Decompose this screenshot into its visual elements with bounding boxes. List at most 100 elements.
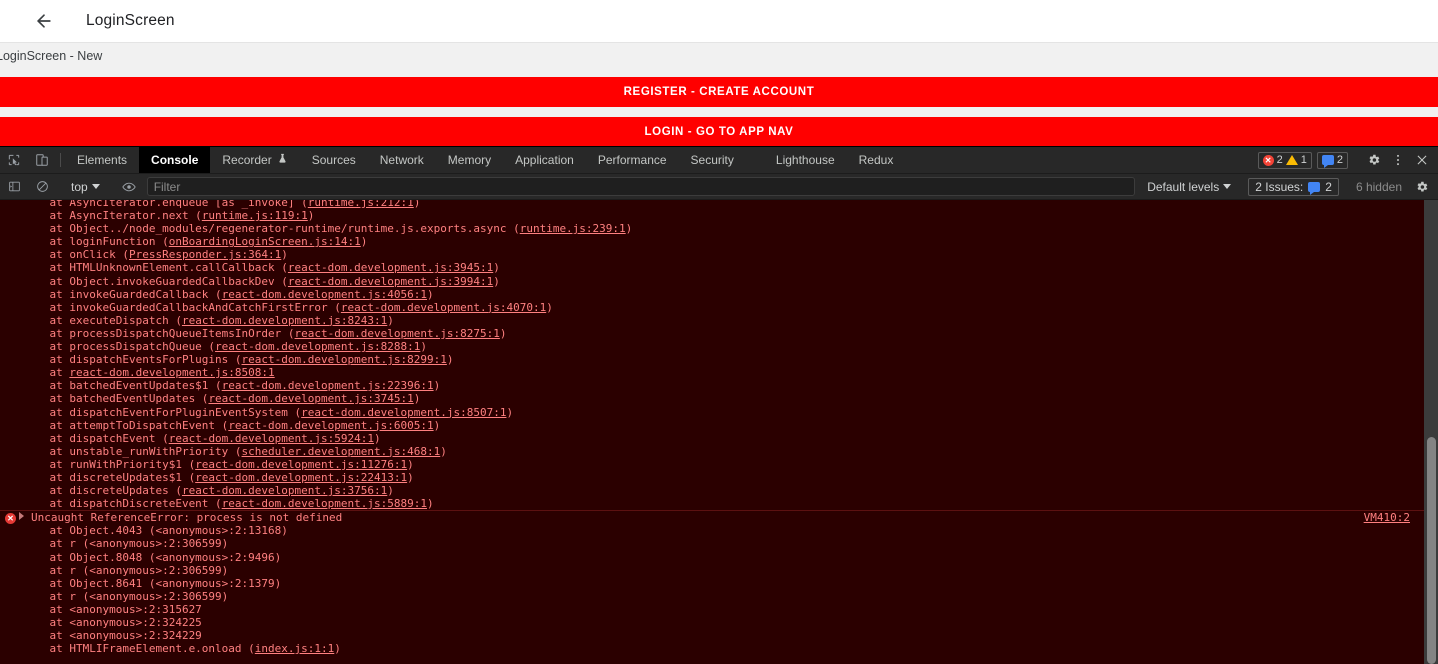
tab-label: Elements xyxy=(77,153,128,167)
stack-line-text: at r (<anonymous>:2:306599) xyxy=(23,563,229,577)
console-stack-line: at dispatchEvent (react-dom.development.… xyxy=(0,432,1438,445)
stack-line-text: at dispatchEvent ( xyxy=(23,431,169,445)
error-icon: ✕ xyxy=(1262,154,1274,166)
stack-source-link[interactable]: react-dom.development.js:8507:1 xyxy=(301,406,506,419)
stack-line-tail: ) xyxy=(387,484,394,498)
console-stack-line: at r (<anonymous>:2:306599) xyxy=(0,537,1438,550)
tab-application[interactable]: Application xyxy=(503,147,586,173)
message-counter[interactable]: 2 xyxy=(1316,151,1348,169)
kebab-menu-icon[interactable] xyxy=(1386,148,1410,172)
console-stack-line: at batchedEventUpdates (react-dom.develo… xyxy=(0,392,1438,405)
stack-source-link[interactable]: runtime.js:119:1 xyxy=(202,209,308,222)
stack-source-link[interactable]: react-dom.development.js:4056:1 xyxy=(222,288,427,301)
tab-lighthouse[interactable]: Lighthouse xyxy=(764,147,847,173)
log-levels-select[interactable]: Default levels xyxy=(1139,180,1239,194)
execution-context-select[interactable]: top xyxy=(65,180,106,194)
tab-label: Console xyxy=(151,153,199,167)
tab-console[interactable]: Console xyxy=(139,147,211,173)
stack-line-text: at <anonymous>:2:324225 xyxy=(23,616,202,629)
stack-source-link[interactable]: react-dom.development.js:5924:1 xyxy=(169,432,374,445)
tab-network[interactable]: Network xyxy=(368,147,436,173)
stack-line-text: at Object.8641 (<anonymous>:2:1379) xyxy=(23,576,282,590)
stack-line-tail: ) xyxy=(440,444,447,458)
stack-source-link[interactable]: react-dom.development.js:8243:1 xyxy=(182,314,387,327)
console-source-link[interactable]: VM410:2 xyxy=(1364,511,1410,524)
stack-source-link[interactable]: react-dom.development.js:3994:1 xyxy=(288,275,493,288)
stack-source-link[interactable]: react-dom.development.js:22413:1 xyxy=(195,471,407,484)
console-settings-gear-icon[interactable] xyxy=(1410,175,1434,199)
close-icon[interactable] xyxy=(1410,148,1434,172)
tab-memory[interactable]: Memory xyxy=(436,147,503,173)
device-toolbar-icon[interactable] xyxy=(28,147,56,173)
console-error-headline[interactable]: ✕ Uncaught ReferenceError: process is not… xyxy=(0,511,1438,525)
stack-source-link[interactable]: runtime.js:212:1 xyxy=(308,200,414,209)
stack-source-link[interactable]: PressResponder.js:364:1 xyxy=(129,248,281,261)
stack-source-link[interactable]: react-dom.development.js:8288:1 xyxy=(215,340,420,353)
stack-source-link[interactable]: react-dom.development.js:3945:1 xyxy=(288,261,493,274)
tab-sources[interactable]: Sources xyxy=(300,147,368,173)
clear-console-icon[interactable] xyxy=(28,180,56,193)
stack-source-link[interactable]: react-dom.development.js:22396:1 xyxy=(222,379,434,392)
stack-source-link[interactable]: index.js:1:1 xyxy=(255,642,334,655)
stack-source-link[interactable]: react-dom.development.js:3756:1 xyxy=(182,484,387,497)
stack-source-link[interactable]: react-dom.development.js:8275:1 xyxy=(295,327,500,340)
stack-line-tail: ) xyxy=(360,235,368,249)
stack-line-text: at Object.8048 (<anonymous>:2:9496) xyxy=(23,550,282,564)
register-create-account-button[interactable]: REGISTER - CREATE ACCOUNT xyxy=(0,77,1438,107)
stack-source-link[interactable]: runtime.js:239:1 xyxy=(520,222,626,235)
stack-source-link[interactable]: react-dom.development.js:8299:1 xyxy=(242,353,447,366)
back-arrow-icon[interactable] xyxy=(34,11,54,31)
stack-source-link[interactable]: react-dom.development.js:8508:1 xyxy=(69,366,274,379)
stack-line-text: at invokeGuardedCallback ( xyxy=(23,287,222,301)
page-title: LoginScreen xyxy=(86,12,175,29)
message-count: 2 xyxy=(1336,154,1343,166)
stack-line-text: at xyxy=(23,366,70,380)
tab-performance[interactable]: Performance xyxy=(586,147,679,173)
console-stack-line: at loginFunction (onBoardingLoginScreen.… xyxy=(0,235,1438,248)
tab-elements[interactable]: Elements xyxy=(65,147,139,173)
stack-source-link[interactable]: react-dom.development.js:3745:1 xyxy=(208,392,413,405)
stack-line-tail: ) xyxy=(374,431,381,445)
console-vertical-scrollbar[interactable] xyxy=(1424,200,1438,664)
stack-line-tail: ) xyxy=(433,418,441,432)
tab-label: Performance xyxy=(597,153,667,167)
stack-line-tail: ) xyxy=(334,642,341,656)
stack-line-text: at executeDispatch ( xyxy=(23,313,182,327)
tab-recorder[interactable]: Recorder xyxy=(210,147,299,173)
gear-icon[interactable] xyxy=(1362,148,1386,172)
login-go-to-app-nav-button[interactable]: LOGIN - GO TO APP NAV xyxy=(0,117,1438,147)
chevron-down-icon xyxy=(1223,184,1232,189)
console-filter-input[interactable] xyxy=(146,177,1136,196)
console-stack-line: at Object../node_modules/regenerator-run… xyxy=(0,222,1438,235)
stack-line-tail: ) xyxy=(493,261,500,275)
live-expression-icon[interactable] xyxy=(115,180,143,194)
issue-bubble-icon xyxy=(1308,181,1321,195)
error-warning-counter[interactable]: ✕ 2 1 xyxy=(1257,151,1312,169)
console-scroll-content: at AsyncIterator.enqueue [as _invoke] (r… xyxy=(0,200,1438,655)
console-stack-line: at runWithPriority$1 (react-dom.developm… xyxy=(0,458,1438,471)
stack-line-tail: ) xyxy=(446,353,454,367)
console-sidebar-icon[interactable] xyxy=(0,180,28,193)
stack-source-link[interactable]: react-dom.development.js:6005:1 xyxy=(228,419,433,432)
tab-redux[interactable]: Redux xyxy=(847,147,906,173)
console-stack-line: at Object.4043 (<anonymous>:2:13168) xyxy=(0,524,1438,537)
stack-source-link[interactable]: react-dom.development.js:5889:1 xyxy=(222,497,427,510)
expand-triangle-icon[interactable] xyxy=(19,512,24,521)
stack-source-link[interactable]: onBoardingLoginScreen.js:14:1 xyxy=(169,235,361,248)
inspect-element-icon[interactable] xyxy=(0,147,28,173)
stack-line-text: at discreteUpdates$1 ( xyxy=(23,470,196,484)
stack-source-link[interactable]: scheduler.development.js:468:1 xyxy=(242,445,441,458)
console-stack-line: at batchedEventUpdates$1 (react-dom.deve… xyxy=(0,379,1438,392)
issues-button[interactable]: 2 Issues: 2 xyxy=(1248,177,1339,196)
scrollbar-thumb[interactable] xyxy=(1427,436,1436,664)
stack-source-link[interactable]: react-dom.development.js:11276:1 xyxy=(195,458,407,471)
stack-line-tail: ) xyxy=(407,457,414,471)
stack-source-link[interactable]: react-dom.development.js:4070:1 xyxy=(341,301,546,314)
tab-security[interactable]: Security xyxy=(679,147,746,173)
devtools-status-counters: ✕ 2 1 2 xyxy=(1257,147,1438,173)
tab-label: Redux xyxy=(858,153,894,167)
stack-line-text: at dispatchEventForPluginEventSystem ( xyxy=(23,405,302,419)
console-message-group: at AsyncIterator.enqueue [as _invoke] (r… xyxy=(0,200,1438,510)
console-message-list[interactable]: at AsyncIterator.enqueue [as _invoke] (r… xyxy=(0,200,1438,664)
stack-line-tail: ) xyxy=(433,379,441,393)
